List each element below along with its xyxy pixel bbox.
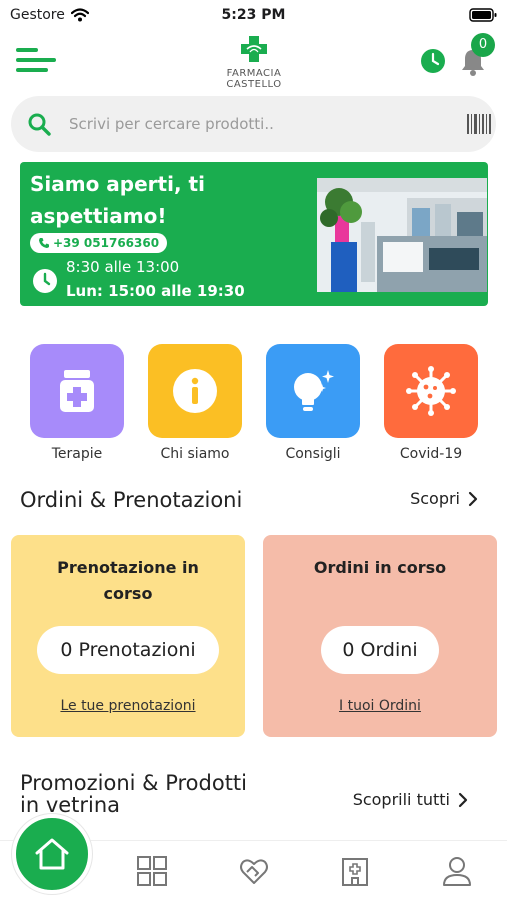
shortcut-terapie[interactable]: Terapie <box>30 344 124 462</box>
shortcut-grid: Terapie Chi siamo Consigli Covid-19 <box>0 344 507 466</box>
terapie-tile[interactable] <box>30 344 124 438</box>
menu-icon <box>16 48 56 72</box>
chi-siamo-label: Chi siamo <box>160 446 230 462</box>
info-icon <box>173 369 217 413</box>
user-icon <box>443 857 471 886</box>
lightbulb-icon <box>294 370 334 411</box>
carrier-name: Gestore <box>10 7 65 23</box>
heart-hand-icon <box>240 859 268 884</box>
phone-button[interactable]: +39 051766360 <box>30 233 168 253</box>
orders-card[interactable]: Ordini in corso 0 Ordini I tuoi Ordini <box>263 535 497 737</box>
covid-label: Covid-19 <box>399 446 463 462</box>
top-bar: FARMACIA CASTELLO 0 <box>0 30 507 90</box>
search-icon <box>28 113 51 136</box>
shortcut-covid[interactable]: Covid-19 <box>384 344 478 462</box>
search-bar <box>11 96 496 152</box>
promo-section-title: Promozioni & Prodotti in vetrina <box>20 771 247 817</box>
grid-icon <box>137 856 167 886</box>
logo-line1: FARMACIA <box>226 68 282 79</box>
bookings-link[interactable]: Le tue prenotazioni <box>11 698 245 714</box>
menu-button[interactable] <box>14 44 58 76</box>
orders-card-title: Ordini in corso <box>313 558 447 577</box>
opening-hours-button[interactable] <box>420 48 446 74</box>
chevron-right-icon <box>458 792 468 807</box>
hours-clock-icon <box>33 269 57 293</box>
search-input[interactable] <box>69 106 449 142</box>
consigli-tile[interactable] <box>266 344 360 438</box>
hours-afternoon: Lun: 15:00 alle 19:30 <box>66 282 245 300</box>
hours-morning: 8:30 alle 13:00 <box>66 258 180 276</box>
medicine-jar-icon <box>60 370 94 412</box>
banner-title: Siamo aperti, ti aspettiamo! <box>30 172 205 228</box>
promo-section-header: Promozioni & Prodotti in vetrina Scopril… <box>20 772 486 816</box>
orders-discover-label: Scopri <box>410 489 460 508</box>
orders-section-header: Ordini & Prenotazioni Scopri <box>20 487 486 517</box>
notification-badge: 0 <box>471 33 495 57</box>
covid-tile[interactable] <box>384 344 478 438</box>
tab-wellness[interactable] <box>234 851 274 891</box>
phone-icon <box>39 238 49 248</box>
chevron-right-icon <box>468 491 478 506</box>
virus-icon <box>406 366 456 416</box>
wifi-icon <box>70 8 89 22</box>
green-cross-logo-icon <box>241 36 267 62</box>
shortcut-consigli[interactable]: Consigli <box>266 344 360 462</box>
orders-discover-link[interactable]: Scopri <box>410 489 478 508</box>
pharmacy-interior-photo <box>317 178 487 292</box>
chi-siamo-tile[interactable] <box>148 344 242 438</box>
consigli-label: Consigli <box>285 446 341 462</box>
clock-icon <box>421 49 445 73</box>
shortcut-chi-siamo[interactable]: Chi siamo <box>148 344 242 462</box>
orders-link[interactable]: I tuoi Ordini <box>263 698 497 714</box>
terapie-label: Terapie <box>51 446 103 462</box>
barcode-scan-icon[interactable] <box>466 112 492 136</box>
home-icon <box>35 838 69 870</box>
tab-profile[interactable] <box>437 851 477 891</box>
promo-see-all-link[interactable]: Scoprili tutti <box>353 790 468 809</box>
carrier-info: Gestore <box>10 7 89 23</box>
logo-line2: CASTELLO <box>226 79 282 90</box>
bookings-card-title: Prenotazione in corso <box>57 558 199 603</box>
pharmacy-logo: FARMACIA CASTELLO <box>214 34 294 90</box>
orders-section-title: Ordini & Prenotazioni <box>20 488 243 512</box>
orders-count: 0 Ordini <box>321 626 439 674</box>
bookings-card[interactable]: Prenotazione in corso 0 Prenotazioni Le … <box>11 535 245 737</box>
battery-icon <box>469 8 497 22</box>
pharmacy-building-icon <box>342 858 368 886</box>
phone-number: +39 051766360 <box>53 236 160 250</box>
opening-banner[interactable]: Siamo aperti, ti aspettiamo! +39 0517663… <box>20 162 488 306</box>
bookings-count: 0 Prenotazioni <box>37 626 219 674</box>
status-bar: Gestore 5:23 PM <box>0 0 507 30</box>
tab-pharmacy[interactable] <box>335 851 375 891</box>
tab-home[interactable] <box>12 814 92 894</box>
promo-see-all-label: Scoprili tutti <box>352 790 450 809</box>
tab-categories[interactable] <box>132 851 172 891</box>
